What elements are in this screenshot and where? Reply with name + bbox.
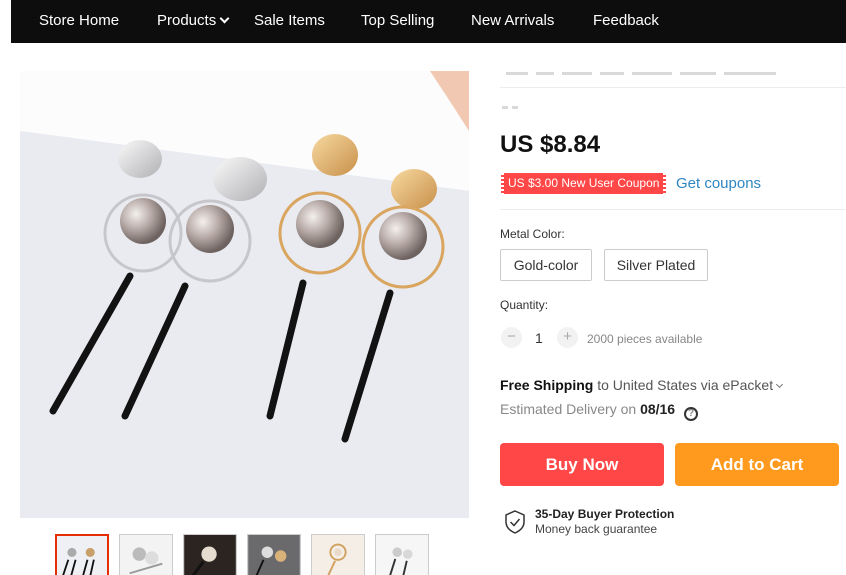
option-silver-plated[interactable]: Silver Plated [604, 249, 708, 281]
shipping-info: Free Shipping to United States via ePack… [500, 377, 784, 393]
chevron-down-icon [776, 380, 784, 389]
buyer-protection-subtitle: Money back guarantee [535, 522, 658, 536]
thumbnail-image [120, 535, 172, 575]
product-main-image[interactable] [20, 71, 469, 518]
thumbnail-strip [55, 534, 429, 575]
thumbnail-3[interactable] [183, 534, 237, 575]
nav-feedback[interactable]: Feedback [593, 12, 659, 29]
thumbnail-image [57, 536, 107, 575]
plus-icon[interactable]: + [557, 327, 578, 348]
quantity-value[interactable]: 1 [535, 330, 543, 346]
buy-now-button[interactable]: Buy Now [500, 443, 664, 486]
metal-color-label: Metal Color: [500, 227, 565, 241]
divider [500, 87, 846, 88]
minus-icon[interactable]: − [501, 327, 522, 348]
thumbnail-5[interactable] [311, 534, 365, 575]
thumbnail-image [312, 535, 364, 575]
nav-store-home[interactable]: Store Home [39, 12, 119, 29]
help-icon[interactable]: ? [684, 407, 698, 421]
quantity-label: Quantity: [500, 298, 549, 312]
thumbnail-6[interactable] [375, 534, 429, 575]
shipping-destination-text: to United States via ePacket [597, 377, 774, 393]
delivery-prefix: Estimated Delivery on [500, 401, 637, 417]
thumbnail-image [248, 535, 300, 575]
chevron-down-icon [219, 13, 230, 24]
new-user-coupon-badge: US $3.00 New User Coupon [501, 173, 667, 194]
free-shipping-label: Free Shipping [500, 377, 594, 393]
product-title-blurred [500, 66, 830, 80]
nav-sale-items[interactable]: Sale Items [254, 12, 325, 29]
thumbnail-image [184, 535, 236, 575]
shield-check-icon [505, 510, 525, 534]
get-coupons-link[interactable]: Get coupons [676, 175, 761, 192]
buyer-protection-title: 35-Day Buyer Protection [535, 507, 675, 521]
nav-products[interactable]: Products [157, 12, 230, 29]
nav-products-label: Products [157, 12, 217, 29]
thumbnail-image [376, 535, 428, 575]
thumbnail-1[interactable] [55, 534, 109, 575]
pieces-available: 2000 pieces available [587, 332, 703, 346]
estimated-delivery: Estimated Delivery on 08/16 ? [500, 401, 698, 421]
shipping-destination[interactable]: to United States via ePacket [597, 377, 784, 393]
earrings-illustration [20, 71, 469, 518]
store-nav-bar: Store Home Products Sale Items Top Selli… [11, 0, 846, 43]
option-gold-color[interactable]: Gold-color [500, 249, 592, 281]
nav-new-arrivals[interactable]: New Arrivals [471, 12, 554, 29]
thumbnail-4[interactable] [247, 534, 301, 575]
thumbnail-2[interactable] [119, 534, 173, 575]
delivery-date: 08/16 [640, 401, 676, 417]
add-to-cart-button[interactable]: Add to Cart [675, 443, 839, 486]
product-price: US $8.84 [500, 131, 601, 158]
nav-top-selling[interactable]: Top Selling [361, 12, 434, 29]
divider [500, 209, 846, 210]
product-rating-blurred [500, 102, 530, 116]
